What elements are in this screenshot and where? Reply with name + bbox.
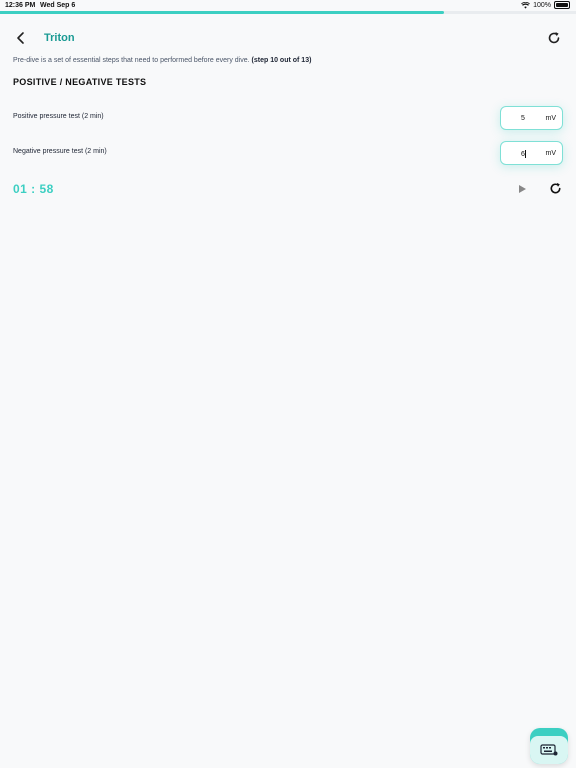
battery-icon [554, 1, 570, 9]
positive-test-value: 5 [521, 115, 525, 122]
keyboard-button[interactable] [530, 728, 568, 764]
negative-test-unit: mV [545, 150, 557, 157]
step-indicator: (step 10 out of 13) [251, 57, 312, 64]
progress-bar [0, 11, 576, 14]
chevron-left-icon[interactable] [13, 30, 29, 46]
negative-test-row: Negative pressure test (2 min) 6 mV [13, 141, 563, 165]
positive-test-unit: mV [545, 115, 557, 122]
text-cursor [524, 150, 526, 158]
timer-display: 01 : 58 [13, 182, 54, 196]
progress-fill [0, 11, 444, 14]
wifi-icon [521, 1, 530, 9]
header: Triton [0, 24, 576, 52]
section-title: POSITIVE / NEGATIVE TESTS [13, 77, 147, 87]
battery-percent: 100% [533, 1, 551, 9]
negative-test-label: Negative pressure test (2 min) [13, 148, 107, 155]
refresh-icon[interactable] [546, 30, 562, 46]
refresh-icon[interactable] [548, 181, 563, 196]
positive-test-label: Positive pressure test (2 min) [13, 113, 104, 120]
keyboard-button-inner [530, 736, 568, 764]
positive-test-row: Positive pressure test (2 min) 5 mV [13, 106, 563, 130]
negative-test-value: 6 [521, 150, 526, 158]
intro-description: Pre-dive is a set of essential steps tha… [13, 57, 250, 64]
intro-text: Pre-dive is a set of essential steps tha… [13, 57, 311, 64]
status-right: 100% [521, 1, 570, 9]
page-title: Triton [44, 32, 75, 44]
status-time: 12:36 PM [5, 2, 36, 9]
keyboard-icon [540, 744, 558, 756]
negative-test-input[interactable]: 6 mV [500, 141, 563, 165]
status-date: Wed Sep 6 [40, 2, 76, 9]
positive-test-input[interactable]: 5 mV [500, 106, 563, 130]
play-icon[interactable] [516, 183, 528, 195]
